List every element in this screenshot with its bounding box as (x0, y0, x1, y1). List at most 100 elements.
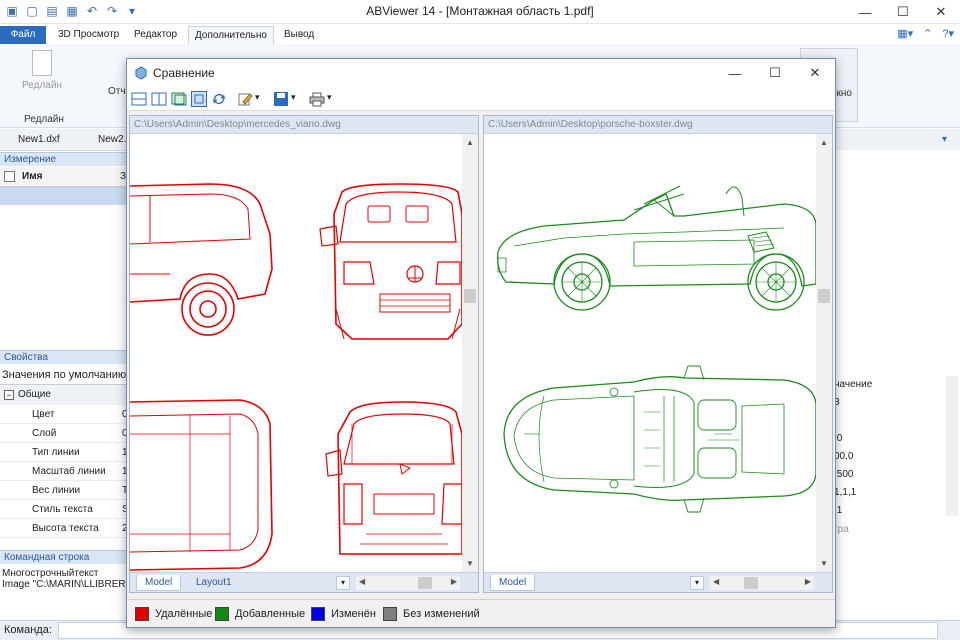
legend-removed-label: Удалённые (155, 608, 213, 620)
split-horizontal-icon[interactable] (131, 91, 147, 107)
tabs-dropdown-icon[interactable]: ▾ (942, 134, 947, 145)
measure-row-selected[interactable] (0, 187, 127, 205)
compare-dialog: Сравнение — ☐ ✕ ▾ ▾ ▾ C:\Users\Admin\Des… (126, 58, 836, 628)
legend-unchanged: Без изменений (383, 607, 480, 621)
print-chevron-icon[interactable]: ▾ (327, 92, 332, 103)
prop-row-textstyle[interactable]: Стиль текстаS (0, 500, 129, 519)
dialog-maximize-icon[interactable]: ☐ (755, 59, 795, 87)
right-pane-footer: Model ▾ ◀ ▶ (484, 572, 832, 592)
right-value-4: ,500 (834, 469, 854, 480)
split-vertical-icon[interactable] (151, 91, 167, 107)
properties-panel: Значения по умолчанию − Общие Цвет 0 Слой… (0, 365, 129, 545)
doc-tab-new1[interactable]: New1.dxf (18, 134, 60, 145)
command-panel-title: Командная строка (0, 550, 128, 564)
measure-panel-title: Измерение (0, 152, 128, 166)
app-title: ABViewer 14 - [Монтажная область 1.pdf] (366, 4, 594, 18)
save-chevron-icon[interactable]: ▾ (291, 92, 296, 103)
sync-icon[interactable] (211, 91, 227, 107)
right-tabs-menu-icon[interactable]: ▾ (690, 576, 704, 590)
menu-output[interactable]: Вывод (278, 26, 320, 44)
command-prompt: Команда: (4, 624, 52, 636)
doc-tab-new2[interactable]: New2. (98, 134, 126, 145)
group-general-label: Общие (18, 389, 51, 400)
dialog-title: Сравнение (153, 66, 215, 80)
right-panel: начение 3 ,0 00,0 ,500 1,1,1 ,1 гра (834, 150, 960, 634)
legend-unchanged-swatch (383, 607, 397, 621)
prop-row-layer[interactable]: Слой 0 (0, 424, 128, 443)
left-vertical-scrollbar[interactable]: ▲ ▼ (462, 134, 478, 572)
legend-removed: Удалённые (135, 607, 212, 621)
menu-3d-view[interactable]: 3D Просмотр (52, 26, 125, 44)
left-pane-footer: Model Layout1 ▾ ◀ ▶ (130, 572, 478, 592)
save-dropdown-icon[interactable] (273, 91, 289, 107)
right-bottom-text: гра (834, 524, 849, 535)
right-value-2: ,0 (834, 433, 843, 444)
group-general[interactable]: − Общие (0, 385, 128, 405)
right-scrollbar[interactable] (946, 376, 958, 516)
legend-added: Добавленные (215, 607, 305, 621)
left-tab-layout1[interactable]: Layout1 (188, 575, 240, 591)
edit-dropdown-icon[interactable] (237, 91, 253, 107)
ribbon-partial-label: Отч (108, 86, 126, 97)
left-horizontal-scrollbar[interactable]: ◀ ▶ (356, 576, 460, 590)
scroll-up-icon[interactable]: ▲ (462, 138, 478, 147)
menubar: Файл 3D Просмотр Редактор Дополнительно … (0, 24, 960, 44)
collapse-ribbon-icon[interactable]: ⌃ (923, 27, 932, 40)
legend-added-label: Добавленные (235, 608, 306, 620)
right-horizontal-scrollbar[interactable]: ◀ ▶ (710, 576, 814, 590)
prop-row-textheight[interactable]: Высота текста 2 (0, 519, 128, 538)
prop-row-color[interactable]: Цвет 0 (0, 405, 128, 424)
legend-changed-swatch (311, 607, 325, 621)
left-drawing-pane: C:\Users\Admin\Desktop\mercedes_viano.dw… (129, 115, 479, 593)
right-scroll-up-icon[interactable]: ▲ (816, 138, 832, 147)
help-icon[interactable]: ?▾ (942, 27, 954, 40)
close-icon[interactable]: ✕ (922, 0, 960, 24)
menu-advanced[interactable]: Дополнительно (188, 26, 274, 44)
legend-removed-swatch (135, 607, 149, 621)
left-tabs-menu-icon[interactable]: ▾ (336, 576, 350, 590)
right-scroll-down-icon[interactable]: ▼ (816, 559, 832, 568)
left-drawing-canvas[interactable] (130, 134, 462, 574)
right-drawing-canvas[interactable] (484, 134, 816, 574)
scroll-thumb[interactable] (464, 289, 476, 303)
fit-view-icon[interactable] (191, 91, 207, 107)
redline-button[interactable]: Редлайн (14, 50, 70, 91)
collapse-icon[interactable]: − (4, 390, 14, 400)
properties-panel-title: Свойства (0, 350, 128, 364)
right-vertical-scrollbar[interactable]: ▲ ▼ (816, 134, 832, 572)
dialog-toolbar: ▾ ▾ ▾ (127, 87, 835, 111)
measure-table-header: Имя З (0, 167, 127, 187)
menu-file[interactable]: Файл (0, 26, 46, 44)
print-dropdown-icon[interactable] (309, 91, 325, 107)
minimize-icon[interactable]: — (846, 0, 884, 24)
right-drawing-pane: C:\Users\Admin\Desktop\porsche-boxster.d… (483, 115, 833, 593)
dialog-close-icon[interactable]: ✕ (795, 59, 835, 87)
legend-changed-label: Изменён (331, 608, 376, 620)
right-header: начение (834, 379, 873, 390)
left-file-path: C:\Users\Admin\Desktop\mercedes_viano.dw… (130, 116, 478, 134)
maximize-icon[interactable]: ☐ (884, 0, 922, 24)
select-all-checkbox[interactable] (4, 171, 15, 182)
menu-editor[interactable]: Редактор (128, 26, 183, 44)
right-value-1: 3 (834, 397, 840, 408)
scroll-down-icon[interactable]: ▼ (462, 559, 478, 568)
left-tab-model[interactable]: Model (136, 575, 182, 591)
compare-legend: Удалённые Добавленные Изменён Без измене… (127, 599, 835, 627)
prop-row-linetype[interactable]: Тип линии 1 (0, 443, 128, 462)
right-value-6: ,1 (834, 505, 843, 516)
prop-row-linescale[interactable]: Масштаб линии 1 (0, 462, 128, 481)
defaults-selector[interactable]: Значения по умолчанию (0, 365, 128, 385)
dialog-titlebar: Сравнение — ☐ ✕ (127, 59, 835, 87)
command-line-1: Многострочныйтекст (2, 568, 99, 579)
redline-icon (32, 50, 52, 76)
prop-row-lineweight[interactable]: Вес линииТ (0, 481, 128, 500)
command-line-2: Image "C:\MARIN\LLIBRER (2, 579, 126, 590)
dialog-minimize-icon[interactable]: — (715, 59, 755, 87)
overlay-icon[interactable] (171, 91, 187, 107)
right-tab-model[interactable]: Model (490, 575, 536, 591)
ribbon-group-label: Редлайн (24, 114, 64, 125)
right-scroll-thumb[interactable] (818, 289, 830, 303)
options-dropdown-icon[interactable]: ▦▾ (897, 27, 913, 40)
edit-chevron-icon[interactable]: ▾ (255, 92, 260, 103)
right-value-5: 1,1,1 (834, 487, 857, 498)
